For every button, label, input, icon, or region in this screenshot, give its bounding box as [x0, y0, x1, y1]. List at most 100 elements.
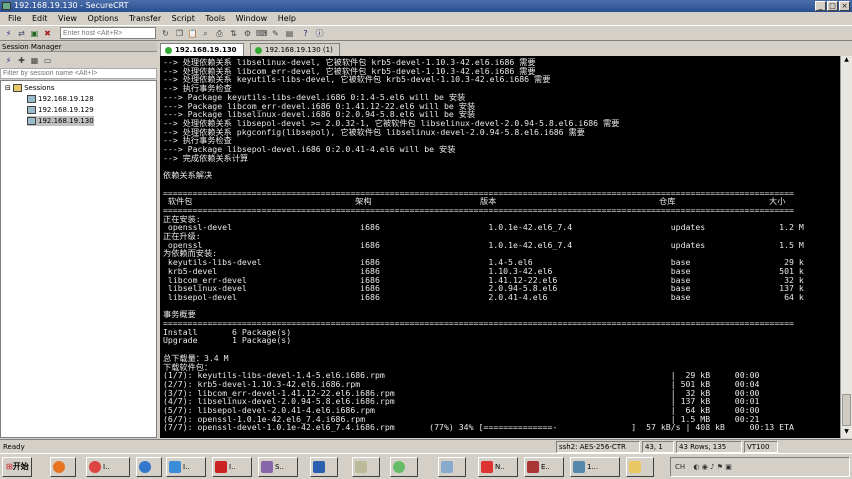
menu-help[interactable]: Help [278, 14, 296, 23]
sm-new-session-icon[interactable]: ✚ [16, 55, 27, 66]
windows-logo-icon: ⊞ [6, 462, 13, 471]
disconnect-icon[interactable]: ✖ [42, 28, 53, 39]
scroll-up-icon[interactable]: ▲ [842, 56, 851, 65]
close-button[interactable]: × [839, 1, 850, 11]
tray-icons: ◐ ◉ ♪ ⚑ ▣ [693, 463, 732, 471]
terminal-line: (7/7): openssl-devel-1.0.1e-42.el6_7.4.i… [163, 422, 794, 433]
app-icon [441, 461, 453, 473]
taskbar-app[interactable] [352, 457, 380, 477]
taskbar-explorer[interactable]: I.. [166, 457, 206, 477]
tab-session-130[interactable]: 192.168.19.130 [160, 43, 244, 56]
status-terminal-type: VT100 [744, 441, 778, 453]
menu-tools[interactable]: Tools [205, 14, 225, 23]
tree-root-sessions[interactable]: ⊟ Sessions [5, 83, 54, 93]
terminal-line: openssl i686 1.0.1e-42.el6_7.4 updates 1… [163, 239, 804, 250]
taskbar-app[interactable]: E.. [524, 457, 564, 477]
paste-icon[interactable]: 📋 [187, 28, 198, 39]
session-options-icon[interactable]: ⚙ [242, 28, 253, 39]
taskbar-app[interactable] [390, 457, 418, 477]
securecrt-app-icon [2, 2, 11, 10]
tree-session-item[interactable]: 192.168.19.129 [27, 105, 94, 115]
quick-connect-icon[interactable]: ⇄ [16, 28, 27, 39]
maximize-button[interactable]: □ [827, 1, 838, 11]
app-icon [393, 461, 405, 473]
menu-bar: File Edit View Options Transfer Script T… [0, 12, 852, 25]
connect-tab-icon[interactable]: ▣ [29, 28, 40, 39]
print-icon[interactable]: ⎙ [214, 28, 225, 39]
log-icon[interactable]: ▤ [284, 28, 295, 39]
session-icon [27, 95, 36, 103]
session-manager-header: Session Manager [0, 42, 157, 52]
session-manager-title: Session Manager [2, 43, 62, 51]
scroll-down-icon[interactable]: ▼ [842, 428, 851, 437]
menu-transfer[interactable]: Transfer [129, 14, 161, 23]
session-tabs: 192.168.19.130 192.168.19.130 (1) [160, 42, 852, 56]
terminal-line: --> 完成依赖关系计算 [163, 152, 249, 163]
menu-file[interactable]: File [8, 14, 21, 23]
terminal-line: ========================================… [163, 204, 794, 215]
taskbar-folder[interactable] [626, 457, 654, 477]
status-cipher: ssh2: AES-256-CTR [556, 441, 640, 453]
taskbar-app[interactable] [438, 457, 466, 477]
chrome-icon [89, 461, 101, 473]
script-icon[interactable]: ✎ [270, 28, 281, 39]
filezilla-icon [215, 461, 227, 473]
terminal-line: openssl-devel i686 1.0.1e-42.el6_7.4 upd… [163, 222, 804, 233]
terminal-line: Upgrade 1 Package(s) [163, 335, 292, 346]
terminal-line: 依赖关系解决 [163, 170, 213, 181]
minimize-button[interactable]: _ [815, 1, 826, 11]
window-title: 192.168.19.130 - SecureCRT [14, 1, 129, 10]
tab-session-130-1[interactable]: 192.168.19.130 (1) [250, 43, 340, 56]
connected-status-icon [255, 47, 262, 54]
status-size: 43 Rows, 135 Cols [676, 441, 742, 461]
keymap-icon[interactable]: ⌨ [256, 28, 268, 39]
find-icon[interactable]: ⌕ [200, 28, 211, 39]
menu-window[interactable]: Window [236, 14, 268, 23]
ie-icon [139, 461, 151, 473]
session-manager-toolbar: ⚡ ✚ ▦ ▭ [0, 53, 157, 67]
terminal-scrollbar[interactable]: ▲ ▼ [840, 56, 852, 438]
securecrt-icon [261, 461, 273, 473]
tree-session-item[interactable]: 192.168.19.128 [27, 94, 94, 104]
collapse-icon[interactable]: ⊟ [5, 84, 11, 92]
sftp-icon[interactable]: ⇅ [228, 28, 239, 39]
menu-options[interactable]: Options [88, 14, 119, 23]
taskbar-chrome[interactable]: I.. [86, 457, 130, 477]
windows-taskbar: ⊞开始 I.. I.. I.. S.. N.. E.. 1... CH ◐ ◉ … [0, 453, 852, 479]
word-icon [313, 461, 325, 473]
folder-icon [13, 84, 23, 92]
start-button[interactable]: ⊞开始 [2, 457, 32, 477]
connect-icon[interactable]: ⚡ [3, 28, 14, 39]
folder-icon [169, 461, 181, 473]
help-icon[interactable]: ? [300, 28, 311, 39]
copy-icon[interactable]: ❐ [174, 28, 185, 39]
taskbar-filezilla[interactable]: I.. [212, 457, 252, 477]
menu-script[interactable]: Script [172, 14, 195, 23]
taskbar-securecrt[interactable]: S.. [258, 457, 298, 477]
scrollbar-thumb[interactable] [842, 394, 851, 426]
input-method-indicator[interactable]: CH [675, 463, 685, 471]
taskbar-firefox[interactable] [50, 457, 76, 477]
taskbar-word[interactable] [310, 457, 338, 477]
session-tree: ⊟ Sessions 192.168.19.128 192.168.19.129… [0, 80, 157, 438]
sm-folder-icon[interactable]: ▭ [42, 55, 53, 66]
taskbar-ie[interactable] [136, 457, 162, 477]
menu-view[interactable]: View [58, 14, 77, 23]
reconnect-icon[interactable]: ↻ [160, 28, 171, 39]
sm-properties-icon[interactable]: ▦ [29, 55, 40, 66]
session-icon [27, 117, 36, 125]
session-icon [27, 106, 36, 114]
tree-session-item-selected[interactable]: 192.168.19.130 [27, 116, 94, 126]
taskbar-app[interactable]: 1... [570, 457, 620, 477]
menu-edit[interactable]: Edit [32, 14, 48, 23]
sm-connect-icon[interactable]: ⚡ [3, 55, 14, 66]
status-bar: Ready ssh2: AES-256-CTR 43, 1 43 Rows, 1… [0, 439, 852, 461]
about-icon[interactable]: ⓘ [314, 28, 325, 39]
terminal-output[interactable]: --> 处理依赖关系 libselinux-devel, 它被软件包 krb5-… [160, 56, 840, 438]
app-icon [573, 461, 585, 473]
session-filter-input[interactable] [0, 68, 157, 79]
firefox-icon [53, 461, 65, 473]
window-titlebar: 192.168.19.130 - SecureCRT _ □ × [0, 0, 852, 12]
quick-connect-input[interactable] [60, 27, 156, 39]
taskbar-app[interactable]: N.. [478, 457, 518, 477]
